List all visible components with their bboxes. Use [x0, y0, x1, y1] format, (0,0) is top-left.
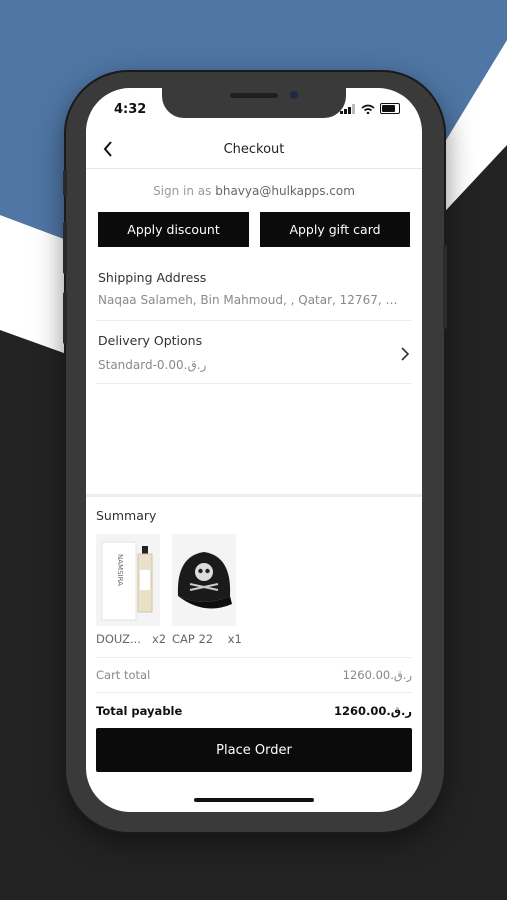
- signal-icon: [340, 103, 355, 114]
- cart-total-label: Cart total: [96, 668, 151, 682]
- shipping-address-value[interactable]: Naqaa Salameh, Bin Mahmoud, , Qatar, 127…: [98, 293, 398, 307]
- item-name: DOUZ...: [96, 632, 141, 646]
- delivery-options-value[interactable]: Standard-0.00.ر.ق: [98, 358, 206, 372]
- apply-discount-button[interactable]: Apply discount: [98, 212, 249, 247]
- divider: [96, 657, 412, 658]
- item-name: CAP 22: [172, 632, 214, 646]
- place-order-button[interactable]: Place Order: [96, 728, 412, 772]
- notch: [162, 88, 346, 118]
- phone-screen: 4:32 Checkout Sign in as bhavya@hulkapps…: [86, 88, 422, 812]
- cart-item-1: DOUZ... x2: [96, 632, 166, 646]
- total-payable-value: 1260.00.ر.ق: [333, 704, 412, 718]
- shipping-address-label: Shipping Address: [98, 270, 207, 285]
- item-qty: x1: [227, 632, 242, 646]
- divider: [96, 692, 412, 693]
- signin-email[interactable]: bhavya@hulkapps.com: [215, 184, 355, 198]
- section-divider: [86, 494, 422, 497]
- perfume-image: NAMSIRA: [96, 534, 160, 626]
- signin-prefix: Sign in as: [153, 184, 216, 198]
- phone-mute-switch: [63, 170, 67, 196]
- front-camera: [290, 91, 298, 99]
- cap-image: [172, 534, 236, 626]
- product-thumbnail-perfume[interactable]: NAMSIRA: [96, 534, 160, 626]
- item-qty: x2: [151, 632, 167, 646]
- chevron-right-icon[interactable]: [400, 346, 410, 366]
- signin-text: Sign in as bhavya@hulkapps.com: [86, 184, 422, 198]
- status-time: 4:32: [114, 102, 147, 117]
- home-indicator[interactable]: [194, 798, 314, 802]
- phone-volume-up: [63, 222, 67, 274]
- speaker: [230, 93, 278, 98]
- divider: [96, 320, 412, 321]
- phone-power-button: [443, 245, 447, 329]
- phone-volume-down: [63, 292, 67, 344]
- wifi-icon: [361, 104, 375, 114]
- divider: [96, 383, 412, 384]
- battery-icon: [380, 103, 400, 114]
- checkout-header: Checkout: [86, 132, 422, 169]
- summary-label: Summary: [96, 508, 157, 523]
- apply-gift-card-button[interactable]: Apply gift card: [260, 212, 410, 247]
- delivery-options-label[interactable]: Delivery Options: [98, 333, 202, 348]
- perfume-box-text: NAMSIRA: [116, 554, 124, 586]
- product-thumbnail-cap[interactable]: [172, 534, 236, 626]
- cart-total-value: 1260.00.ر.ق: [342, 668, 412, 682]
- status-icons: [340, 103, 400, 114]
- cart-item-2: CAP 22 x1: [172, 632, 242, 646]
- total-payable-label: Total payable: [96, 704, 183, 718]
- page-title: Checkout: [223, 142, 285, 157]
